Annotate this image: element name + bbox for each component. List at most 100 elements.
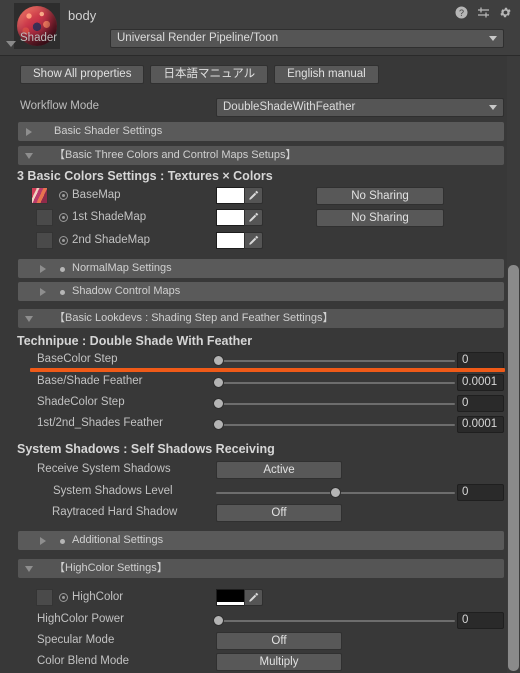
shader-label: Shader: [20, 32, 58, 44]
shades-feather-slider-knob[interactable]: [213, 419, 224, 430]
shades-feather-label: 1st/2nd_Shades Feather: [37, 417, 163, 429]
receive-system-shadows-button[interactable]: Active: [216, 461, 342, 479]
first-shademap-sharing-button[interactable]: No Sharing: [316, 209, 444, 227]
english-manual-button[interactable]: English manual: [274, 65, 379, 84]
chevron-down-icon: [489, 36, 497, 41]
shades-feather-slider-track[interactable]: [216, 424, 455, 426]
material-name: body: [68, 8, 97, 23]
second-shademap-texture-thumbnail[interactable]: [36, 232, 53, 249]
base-shade-feather-value[interactable]: 0.0001: [457, 374, 504, 391]
section-additional-settings[interactable]: Additional Settings: [18, 531, 504, 550]
basemap-eyedropper-icon[interactable]: [244, 187, 263, 204]
specular-mode-button[interactable]: Off: [216, 632, 342, 650]
shadecolor-step-label: ShadeColor Step: [37, 396, 125, 408]
specular-mode-label: Specular Mode: [37, 634, 115, 646]
show-all-properties-button[interactable]: Show All properties: [20, 65, 145, 84]
first-shademap-texture-thumbnail[interactable]: [36, 209, 53, 226]
first-shademap-toggle-icon[interactable]: [59, 213, 68, 222]
section-basic-three-colors-label: 【Basic Three Colors and Control Maps Set…: [54, 149, 297, 161]
section-highcolor-settings[interactable]: 【HighColor Settings】: [18, 559, 504, 578]
shader-dropdown-value: Universal Render Pipeline/Toon: [117, 32, 279, 44]
inspector-body: Show All properties 日本語マニュアル English man…: [0, 56, 520, 673]
base-shade-feather-slider-knob[interactable]: [213, 377, 224, 388]
header-icon-group: ?: [455, 6, 512, 19]
highcolor-power-label: HighColor Power: [37, 613, 124, 625]
basemap-texture-thumbnail[interactable]: [31, 187, 48, 204]
section-basic-shader-settings[interactable]: Basic Shader Settings: [18, 122, 504, 141]
section-basic-lookdevs-label: 【Basic Lookdevs : Shading Step and Feath…: [54, 312, 334, 324]
scrollbar-thumb[interactable]: [508, 265, 519, 671]
bullet-icon: [60, 289, 65, 295]
chevron-right-icon: [26, 128, 32, 136]
help-icon[interactable]: ?: [455, 6, 468, 19]
section-normalmap-settings-label: NormalMap Settings: [72, 262, 172, 274]
receive-system-shadows-label: Receive System Shadows: [37, 463, 171, 475]
section-normalmap-settings[interactable]: NormalMap Settings: [18, 259, 504, 278]
chevron-down-icon: [489, 105, 497, 110]
gear-icon[interactable]: [499, 6, 512, 19]
chevron-right-icon: [40, 265, 46, 273]
shader-dropdown[interactable]: Universal Render Pipeline/Toon: [110, 29, 504, 48]
system-shadows-title: System Shadows : Self Shadows Receiving: [17, 442, 275, 456]
system-shadows-level-label: System Shadows Level: [53, 485, 173, 497]
basecolor-step-label: BaseColor Step: [37, 353, 118, 365]
raytraced-hard-shadow-label: Raytraced Hard Shadow: [52, 506, 178, 518]
basecolor-step-value[interactable]: 0: [457, 352, 504, 369]
chevron-down-icon: [25, 316, 33, 322]
basemap-sharing-button[interactable]: No Sharing: [316, 187, 444, 205]
base-shade-feather-label: Base/Shade Feather: [37, 375, 143, 387]
highcolor-power-slider-track[interactable]: [216, 620, 455, 622]
highcolor-texture-thumbnail[interactable]: [36, 589, 53, 606]
second-shademap-label: 2nd ShadeMap: [72, 234, 151, 246]
workflow-mode-dropdown[interactable]: DoubleShadeWithFeather: [216, 98, 504, 117]
three-colors-title: 3 Basic Colors Settings : Textures × Col…: [17, 169, 273, 183]
highcolor-power-value[interactable]: 0: [457, 612, 504, 629]
basemap-label: BaseMap: [72, 189, 121, 201]
section-shadow-control-maps-label: Shadow Control Maps: [72, 285, 181, 297]
shadecolor-step-slider-track[interactable]: [216, 403, 455, 405]
section-shadow-control-maps[interactable]: Shadow Control Maps: [18, 282, 504, 301]
base-shade-feather-slider-track[interactable]: [216, 382, 455, 384]
chevron-right-icon: [40, 537, 46, 545]
basemap-toggle-icon[interactable]: [59, 191, 68, 200]
scrollbar-track[interactable]: [507, 56, 520, 673]
shadecolor-step-slider-knob[interactable]: [213, 398, 224, 409]
bullet-icon: [60, 538, 65, 544]
color-blend-mode-label: Color Blend Mode: [37, 655, 130, 667]
highcolor-label: HighColor: [72, 591, 124, 603]
chevron-down-icon: [25, 153, 33, 159]
color-blend-mode-button[interactable]: Multiply: [216, 653, 342, 671]
preset-icon[interactable]: [477, 6, 490, 19]
section-basic-lookdevs[interactable]: 【Basic Lookdevs : Shading Step and Feath…: [18, 309, 504, 328]
raytraced-hard-shadow-button[interactable]: Off: [216, 504, 342, 522]
technique-title: Technipue : Double Shade With Feather: [17, 334, 253, 348]
japanese-manual-button[interactable]: 日本語マニュアル: [150, 65, 269, 84]
chevron-down-icon: [25, 566, 33, 572]
second-shademap-toggle-icon[interactable]: [59, 236, 68, 245]
chevron-right-icon: [40, 288, 46, 296]
basecolor-step-slider-knob[interactable]: [213, 355, 224, 366]
first-shademap-eyedropper-icon[interactable]: [244, 209, 263, 226]
highcolor-eyedropper-icon[interactable]: [244, 589, 263, 606]
bullet-icon: [60, 266, 65, 272]
shades-feather-value[interactable]: 0.0001: [457, 416, 504, 433]
material-header: body Shader Universal Render Pipeline/To…: [0, 0, 520, 56]
system-shadows-level-value[interactable]: 0: [457, 484, 504, 501]
header-collapse-triangle-icon[interactable]: [6, 41, 16, 47]
svg-text:?: ?: [459, 8, 464, 18]
manual-button-row: Show All properties 日本語マニュアル English man…: [20, 65, 379, 84]
highcolor-toggle-icon[interactable]: [59, 593, 68, 602]
first-shademap-label: 1st ShadeMap: [72, 211, 147, 223]
second-shademap-eyedropper-icon[interactable]: [244, 232, 263, 249]
section-highcolor-settings-label: 【HighColor Settings】: [54, 562, 168, 574]
section-basic-shader-settings-label: Basic Shader Settings: [54, 125, 163, 137]
section-additional-settings-label: Additional Settings: [72, 534, 164, 546]
workflow-mode-value: DoubleShadeWithFeather: [223, 101, 356, 113]
highlight-underline: [30, 368, 505, 372]
section-basic-three-colors[interactable]: 【Basic Three Colors and Control Maps Set…: [18, 146, 504, 165]
basecolor-step-slider-track[interactable]: [216, 360, 455, 362]
system-shadows-level-slider-knob[interactable]: [330, 487, 341, 498]
shadecolor-step-value[interactable]: 0: [457, 395, 504, 412]
highcolor-power-slider-knob[interactable]: [213, 615, 224, 626]
workflow-mode-label: Workflow Mode: [20, 100, 100, 112]
